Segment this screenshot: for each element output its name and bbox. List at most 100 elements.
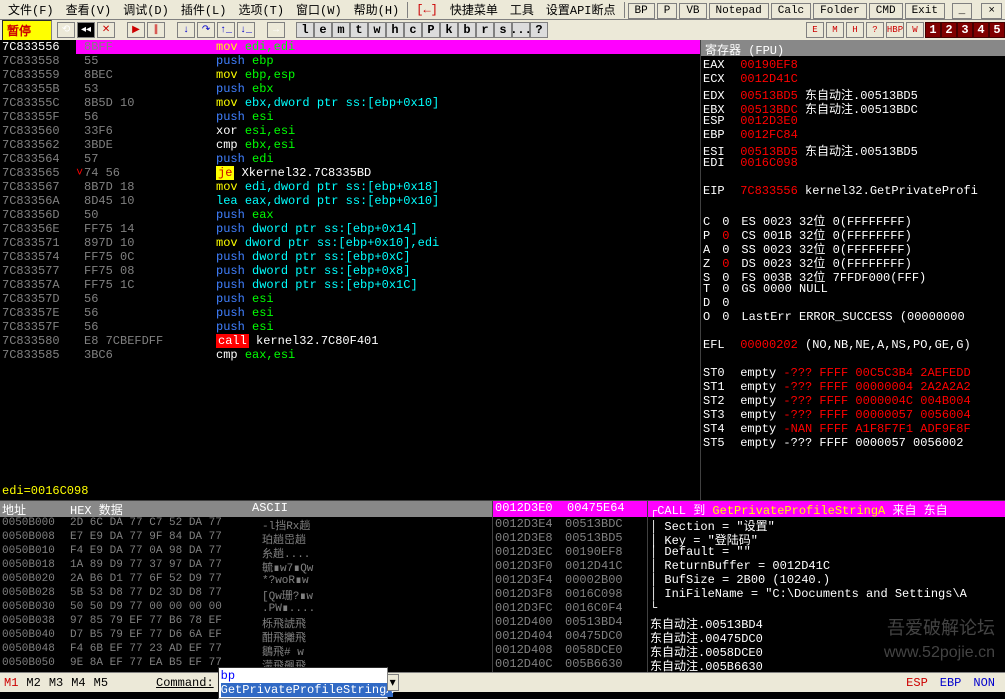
menu-tools[interactable]: 工具 — [504, 0, 540, 20]
hex-row[interactable]: 0050B03050 50 D9 77 00 00 00 00.PW∎.... — [0, 601, 492, 615]
menu-arrow[interactable]: [←] — [410, 1, 444, 19]
toolbar-letter-h[interactable]: h — [386, 22, 404, 38]
menu-btn-cmd[interactable]: CMD — [869, 3, 903, 19]
stack-row[interactable]: 0012D40000513BD4 — [493, 615, 647, 629]
disasm-row[interactable]: 7C83355F 56 push esi — [0, 110, 700, 124]
fpu-row[interactable]: ST5 empty -??? FFFF 0000057 0056002 — [703, 436, 1003, 450]
fpu-row[interactable]: ST4 empty -NAN FFFF A1F8F7F1 ADF9F8F — [703, 422, 1003, 436]
disasm-row[interactable]: 7C83357D 56 push esi — [0, 292, 700, 306]
command-dropdown-icon[interactable]: ▾ — [387, 674, 399, 691]
step-into-icon[interactable]: ↓ — [177, 22, 195, 38]
menu-help[interactable]: 帮助(H) — [348, 0, 406, 20]
toolbar-num-2[interactable]: 2 — [941, 22, 957, 38]
toolbar-small-M[interactable]: M — [826, 22, 844, 38]
toolbar-small-HBP[interactable]: HBP — [886, 22, 904, 38]
toolbar-letter-c[interactable]: c — [404, 22, 422, 38]
bookmark-M3[interactable]: M3 — [49, 676, 63, 690]
status-NON[interactable]: NON — [973, 676, 995, 690]
menu-btn-notepad[interactable]: Notepad — [709, 3, 769, 19]
disasm-row[interactable]: 7C83357E 56 push esi — [0, 306, 700, 320]
registers-pane[interactable]: 寄存器 (FPU) EAX 00190EF8ECX 0012D41CEDX 00… — [700, 40, 1005, 500]
disassembly-pane[interactable]: 7C833556 8BFF mov edi,edi 7C833558 55 pu… — [0, 40, 700, 500]
flag-row[interactable]: P 0 CS 001B 32位 0(FFFFFFFF) — [703, 226, 1003, 240]
status-EBP[interactable]: EBP — [940, 676, 962, 690]
disasm-row[interactable]: 7C83356E FF75 14 push dword ptr ss:[ebp+… — [0, 222, 700, 236]
hex-row[interactable]: 0050B03897 85 79 EF 77 B6 78 EF栎飛諕飛 — [0, 615, 492, 629]
register-row[interactable]: EBX 00513BDC 东自动注.00513BDC — [703, 100, 1003, 114]
call-row[interactable]: └ — [648, 601, 1005, 615]
menu-file[interactable]: 文件(F) — [2, 0, 60, 20]
call-row[interactable]: 东自动注.005B6630 — [648, 657, 1005, 671]
disasm-row[interactable]: 7C833564 57 push edi — [0, 152, 700, 166]
toolbar-letter-r[interactable]: r — [476, 22, 494, 38]
hex-row[interactable]: 0050B0285B 53 D8 77 D2 3D D8 77[Qw珊?∎w — [0, 587, 492, 601]
menu-quick[interactable]: 快捷菜单 — [444, 0, 504, 20]
stack-row[interactable]: 0012D3F80016C098 — [493, 587, 647, 601]
close-button[interactable]: × — [981, 3, 1002, 19]
command-input[interactable]: bp GetPrivateProfileStringA — [218, 667, 388, 699]
hex-row[interactable]: 0050B048F4 6B EF 77 23 AD EF 77鶵飛# w — [0, 643, 492, 657]
step-out-icon[interactable]: ↑_ — [217, 22, 235, 38]
bookmark-M5[interactable]: M5 — [94, 676, 108, 690]
call-row[interactable]: 东自动注.00513BD4 — [648, 615, 1005, 629]
step-over-icon[interactable]: ↷ — [197, 22, 215, 38]
disasm-row[interactable]: 7C833556 8BFF mov edi,edi — [0, 40, 700, 54]
menu-btn-p[interactable]: P — [657, 3, 678, 19]
menu-debug[interactable]: 调试(D) — [117, 0, 175, 20]
bookmark-M1[interactable]: M1 — [4, 676, 18, 690]
stack-row[interactable]: 0012D40C005B6630 — [493, 657, 647, 671]
register-row[interactable]: ECX 0012D41C — [703, 72, 1003, 86]
fpu-row[interactable]: ST3 empty -??? FFFF 00000057 0056004 — [703, 408, 1003, 422]
toolbar-letter-w[interactable]: w — [368, 22, 386, 38]
toolbar-num-5[interactable]: 5 — [989, 22, 1005, 38]
disasm-row[interactable]: 7C833580 E8 7CBEFDFF call kernel32.7C80F… — [0, 334, 700, 348]
close-icon[interactable]: ✕ — [97, 22, 115, 38]
call-row[interactable]: │ Default = "" — [648, 545, 1005, 559]
register-row[interactable]: ESI 00513BD5 东自动注.00513BD5 — [703, 142, 1003, 156]
stack-row[interactable]: 0012D3E400513BDC — [493, 517, 647, 531]
menu-plugin[interactable]: 插件(L) — [175, 0, 233, 20]
call-row[interactable]: │ Key = "登陆码" — [648, 531, 1005, 545]
hex-row[interactable]: 0050B0202A B6 D1 77 6F 52 D9 77*?woR∎w — [0, 573, 492, 587]
disasm-row[interactable]: 7C833577 FF75 08 push dword ptr ss:[ebp+… — [0, 264, 700, 278]
menu-view[interactable]: 查看(V) — [60, 0, 118, 20]
step-till-icon[interactable]: ↓_ — [237, 22, 255, 38]
hex-row[interactable]: 0050B010F4 E9 DA 77 0A 98 DA 77糸趟.... — [0, 545, 492, 559]
stack-row[interactable]: 0012D40400475DC0 — [493, 629, 647, 643]
toolbar-small-E[interactable]: E — [806, 22, 824, 38]
menu-btn-folder[interactable]: Folder — [813, 3, 867, 19]
toolbar-num-3[interactable]: 3 — [957, 22, 973, 38]
disasm-row[interactable]: 7C833560 33F6 xor esi,esi — [0, 124, 700, 138]
bookmark-M2[interactable]: M2 — [26, 676, 40, 690]
call-row[interactable]: │ Section = "设置" — [648, 517, 1005, 531]
minimize-button[interactable]: _ — [952, 3, 973, 19]
disasm-row[interactable]: 7C83357A FF75 1C push dword ptr ss:[ebp+… — [0, 278, 700, 292]
bookmark-M4[interactable]: M4 — [71, 676, 85, 690]
flag-row[interactable]: Z 0 DS 0023 32位 0(FFFFFFFF) — [703, 254, 1003, 268]
hex-row[interactable]: 0050B008E7 E9 DA 77 9F 84 DA 77珀趟岊趟 — [0, 531, 492, 545]
call-row[interactable]: 东自动注.0058DCE0 — [648, 643, 1005, 657]
hex-row[interactable]: 0050B040D7 B5 79 EF 77 D6 6A EF酣飛攡飛 — [0, 629, 492, 643]
disasm-row[interactable]: 7C833562 3BDE cmp ebx,esi — [0, 138, 700, 152]
register-row[interactable]: EBP 0012FC84 — [703, 128, 1003, 142]
call-row[interactable]: 东自动注.00475DC0 — [648, 629, 1005, 643]
toolbar-num-1[interactable]: 1 — [925, 22, 941, 38]
menu-setapi[interactable]: 设置API断点 — [540, 0, 622, 20]
flag-row[interactable]: A 0 SS 0023 32位 0(FFFFFFFF) — [703, 240, 1003, 254]
disasm-row[interactable]: 7C833574 FF75 0C push dword ptr ss:[ebp+… — [0, 250, 700, 264]
hex-row[interactable]: 0050B0002D 6C DA 77 C7 52 DA 77-l挡Rx趟 — [0, 517, 492, 531]
stack-row[interactable]: 0012D3F00012D41C — [493, 559, 647, 573]
toolbar-letter-l[interactable]: l — [296, 22, 314, 38]
hex-row[interactable]: 0050B0181A 89 D9 77 37 97 DA 77毓∎w7∎Qw — [0, 559, 492, 573]
register-row[interactable]: EAX 00190EF8 — [703, 58, 1003, 72]
call-row[interactable]: │ ReturnBuffer = 0012D41C — [648, 559, 1005, 573]
call-row[interactable]: │ BufSize = 2B00 (10240.) — [648, 573, 1005, 587]
toolbar-letter-?[interactable]: ? — [530, 22, 548, 38]
toolbar-small-H[interactable]: H — [846, 22, 864, 38]
stack-row[interactable]: 0012D3EC00190EF8 — [493, 545, 647, 559]
flag-row[interactable]: O 0 LastErr ERROR_SUCCESS (00000000 — [703, 310, 1003, 324]
toolbar-num-4[interactable]: 4 — [973, 22, 989, 38]
pause-icon[interactable]: ∥ — [147, 22, 165, 38]
toolbar-letter-t[interactable]: t — [350, 22, 368, 38]
disasm-row[interactable]: 7C83355C 8B5D 10 mov ebx,dword ptr ss:[e… — [0, 96, 700, 110]
